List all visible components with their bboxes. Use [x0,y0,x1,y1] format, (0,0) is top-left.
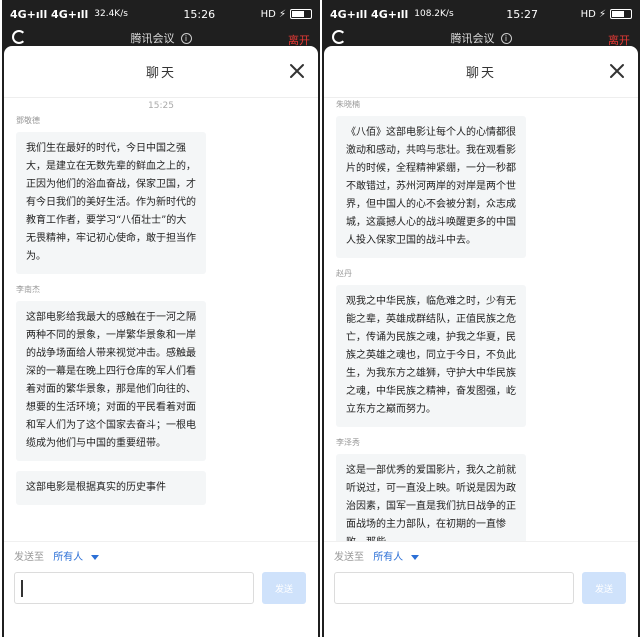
right-screenshot: 4G+ıll 4G+ıll 108.2K/s 15:27 HD ⚡ 腾讯会议 i… [322,0,640,637]
chat-message: 赵丹 观我之中华民族，临危难之时，少有无能之辈，英雄成群结队，正值民族之危亡，传… [336,268,626,427]
signal-indicator: 4G+ıll 4G+ıll [10,7,89,21]
message-sender: 赵丹 [336,269,352,278]
chat-sheet: 聊天 15:25 鄧敬德 我们生在最好的时代，今日中国之强大，是建立在无数先辈的… [4,46,318,637]
status-bar: 4G+ıll 4G+ıll 32.4K/s 15:26 HD ⚡ [2,0,320,28]
chat-message: 李泽秀 这是一部优秀的爱国影片，我久之前就听说过，可一直没上映。听说是因为政治因… [336,437,626,541]
status-icons: HD ⚡ [581,9,632,20]
message-sender: 李泽秀 [336,438,360,447]
status-icons: HD ⚡ [261,9,312,20]
battery-icon [610,9,632,19]
info-icon[interactable]: i [180,32,192,44]
signal-indicator: 4G+ıll 4G+ıll [330,7,409,21]
app-logo-icon [332,30,346,44]
message-sender: 朱晓楠 [336,100,360,109]
status-bar: 4G+ıll 4G+ıll 108.2K/s 15:27 HD ⚡ [322,0,640,28]
chat-title: 聊天 [465,66,496,81]
send-to-selector[interactable]: 发送至 所有人 [14,548,100,563]
network-speed: 108.2K/s [414,9,454,19]
info-icon[interactable]: i [500,32,512,44]
send-button[interactable]: 发送 [262,572,306,604]
dropdown-caret-icon[interactable] [411,554,420,560]
close-icon[interactable] [606,60,628,82]
close-icon[interactable] [286,60,308,82]
chat-sheet: 聊天 朱晓楠 《八佰》这部电影让每个人的心情都很激动和感动，共鸣与悲壮。我在观看… [324,46,638,637]
text-cursor [21,580,23,597]
chat-title: 聊天 [145,66,176,81]
send-to-label: 发送至 [14,552,44,563]
message-list[interactable]: 朱晓楠 《八佰》这部电影让每个人的心情都很激动和感动，共鸣与悲壮。我在观看影片的… [324,99,638,541]
message-bubble: 我们生在最好的时代，今日中国之强大，是建立在无数先辈的鲜血之上的，正因为他们的浴… [16,132,206,274]
send-to-label: 发送至 [334,552,364,563]
message-bubble: 这部电影给我最大的感触在于一河之隔两种不同的景象，一岸繁华景象和一岸的战争场面给… [16,301,206,461]
meeting-title: 腾讯会议 [450,32,495,45]
chat-message: 朱晓楠 《八佰》这部电影让每个人的心情都很激动和感动，共鸣与悲壮。我在观看影片的… [336,99,626,258]
chat-input[interactable] [14,572,254,604]
chat-header: 聊天 [324,46,638,98]
chat-timestamp: 15:25 [148,101,174,111]
send-to-selector[interactable]: 发送至 所有人 [334,548,420,563]
chat-header: 聊天 [4,46,318,98]
send-to-target[interactable]: 所有人 [373,552,403,563]
message-bubble: 这是一部优秀的爱国影片，我久之前就听说过，可一直没上映。听说是因为政治因素，国军… [336,454,526,541]
message-bubble: 这部电影是根据真实的历史事件 [16,471,206,505]
chat-message: 这部电影是根据真实的历史事件 [16,471,306,505]
send-to-target[interactable]: 所有人 [53,552,83,563]
meeting-bar: 腾讯会议 i 离开 [322,28,640,48]
status-time: 15:26 [183,7,216,21]
chat-composer: 发送至 所有人 发送 [4,541,318,637]
left-screenshot: 4G+ıll 4G+ıll 32.4K/s 15:26 HD ⚡ 腾讯会议 i … [2,0,320,637]
meeting-bar: 腾讯会议 i 离开 [2,28,320,48]
chat-message: 李南杰 这部电影给我最大的感触在于一河之隔两种不同的景象，一岸繁华景象和一岸的战… [16,284,306,461]
message-bubble: 观我之中华民族，临危难之时，少有无能之辈，英雄成群结队，正值民族之危亡，传诵为民… [336,285,526,427]
message-sender: 李南杰 [16,285,40,294]
battery-icon [290,9,312,19]
network-speed: 32.4K/s [94,9,128,19]
message-sender: 鄧敬德 [16,116,40,125]
message-list[interactable]: 15:25 鄧敬德 我们生在最好的时代，今日中国之强大，是建立在无数先辈的鲜血之… [4,99,318,541]
app-logo-icon [12,30,26,44]
send-button[interactable]: 发送 [582,572,626,604]
message-bubble: 《八佰》这部电影让每个人的心情都很激动和感动，共鸣与悲壮。我在观看影片的时候，全… [336,116,526,258]
chat-composer: 发送至 所有人 发送 [324,541,638,637]
meeting-title: 腾讯会议 [130,32,175,45]
status-time: 15:27 [506,7,538,21]
chat-message: 鄧敬德 我们生在最好的时代，今日中国之强大，是建立在无数先辈的鲜血之上的，正因为… [16,115,306,274]
dropdown-caret-icon[interactable] [91,554,100,560]
status-icons-text: HD ⚡ [580,8,606,20]
status-icons-text: HD ⚡ [260,8,286,20]
chat-input[interactable] [334,572,574,604]
